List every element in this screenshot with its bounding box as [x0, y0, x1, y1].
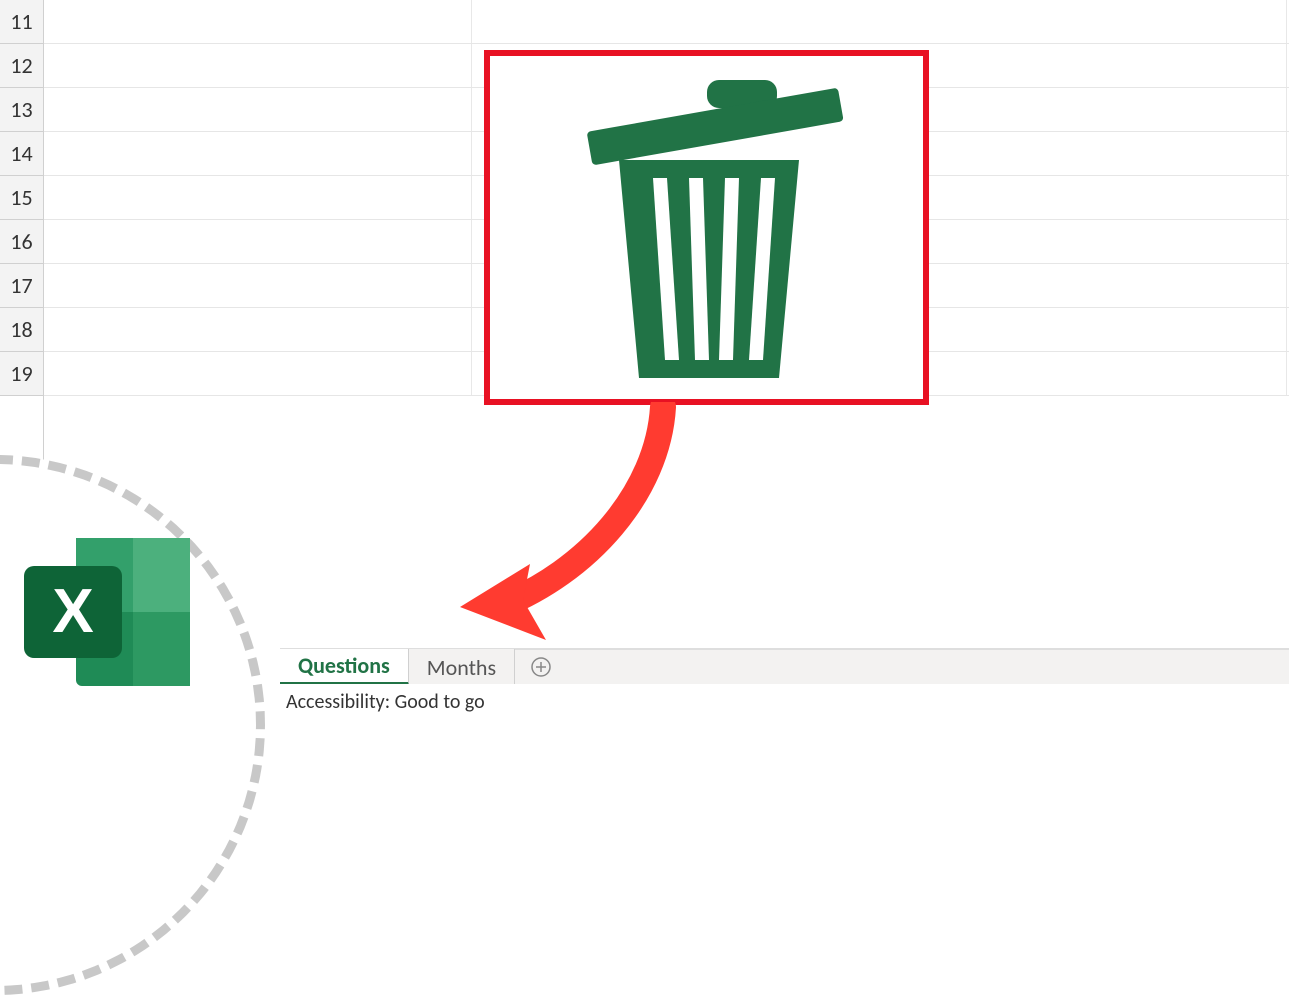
status-bar: Accessibility: Good to go — [280, 684, 1289, 720]
cell[interactable] — [472, 0, 1287, 43]
sheet-tab-questions[interactable]: Questions — [280, 649, 409, 685]
row-header[interactable]: 14 — [0, 132, 43, 176]
row-header[interactable]: 15 — [0, 176, 43, 220]
add-sheet-button[interactable] — [523, 649, 559, 685]
row-header[interactable]: 12 — [0, 44, 43, 88]
cell[interactable] — [44, 132, 472, 175]
cell[interactable] — [44, 44, 472, 87]
cell[interactable] — [44, 264, 472, 307]
cell[interactable] — [44, 176, 472, 219]
cell[interactable] — [44, 220, 472, 263]
cell[interactable] — [44, 308, 472, 351]
row-header[interactable]: 13 — [0, 88, 43, 132]
row-headers: 11 12 13 14 15 16 17 18 19 — [0, 0, 44, 640]
accessibility-status: Accessibility: Good to go — [286, 690, 485, 714]
cell[interactable] — [44, 0, 472, 43]
add-sheet-icon — [530, 656, 552, 678]
cell[interactable] — [44, 88, 472, 131]
sheet-tab-months[interactable]: Months — [409, 649, 515, 685]
sheet-tabs-area: Questions Months — [280, 648, 1289, 684]
row-header[interactable]: 18 — [0, 308, 43, 352]
row-header[interactable]: 17 — [0, 264, 43, 308]
row-header[interactable]: 16 — [0, 220, 43, 264]
row-header[interactable]: 19 — [0, 352, 43, 396]
trash-delete-overlay — [484, 50, 929, 405]
trash-icon — [557, 68, 857, 388]
cell[interactable] — [44, 352, 472, 395]
row-header[interactable]: 11 — [0, 0, 43, 44]
